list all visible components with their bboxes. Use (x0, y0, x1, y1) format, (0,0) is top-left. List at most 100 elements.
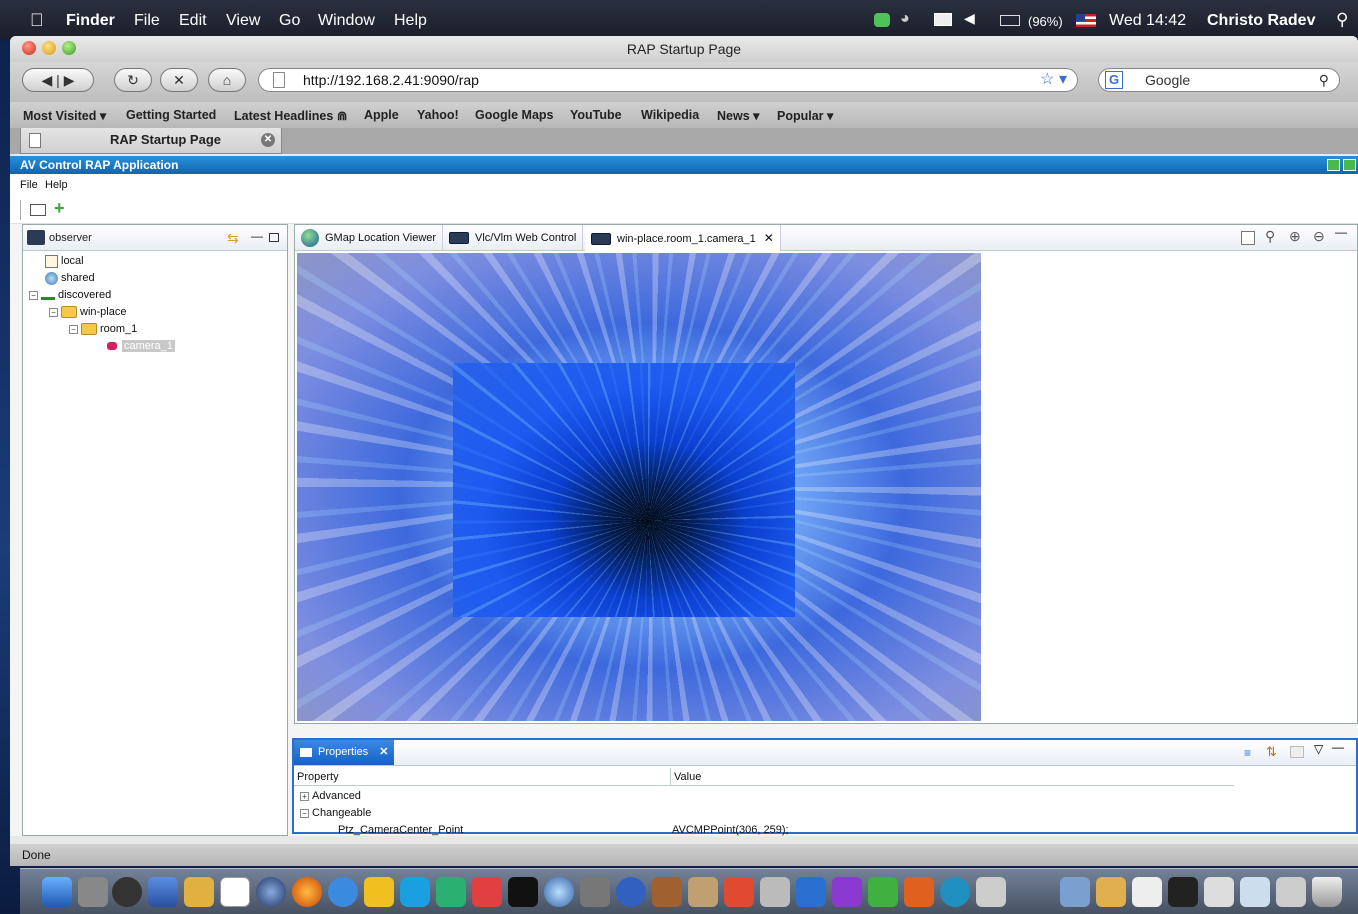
close-window-icon[interactable] (22, 41, 36, 55)
applications-folder-dock-icon[interactable] (1060, 877, 1090, 907)
messenger-dock-icon[interactable] (832, 877, 862, 907)
menubar-user[interactable]: Christo Radev (1207, 12, 1315, 30)
column-property[interactable]: Property (297, 771, 339, 783)
stop-button[interactable]: ✕ (160, 68, 198, 92)
categories-icon[interactable]: ≡ (1244, 746, 1251, 760)
restore-default-icon[interactable] (1290, 746, 1304, 758)
preview-dock-icon[interactable] (148, 877, 178, 907)
wifi-icon[interactable]: ◕ (900, 10, 910, 28)
minimize-app-icon[interactable] (1327, 159, 1340, 171)
camera-video-view[interactable] (297, 253, 981, 721)
bookmark-getting-started[interactable]: Getting Started (126, 108, 216, 122)
status-app-icon[interactable] (874, 13, 890, 27)
property-row-ptz[interactable]: Ptz_CameraCenter_Point (338, 824, 463, 836)
view-menu-icon[interactable]: ▽ (1314, 742, 1323, 756)
excel-dock-icon[interactable] (868, 877, 898, 907)
collapse-icon[interactable]: − (49, 307, 58, 317)
filter-icon[interactable]: ⇅ (1266, 744, 1277, 760)
finder-dock-icon[interactable] (42, 877, 72, 907)
time-machine-dock-icon[interactable] (112, 877, 142, 907)
adium-dock-icon[interactable] (364, 877, 394, 907)
bookmark-latest-headlines[interactable]: Latest Headlines ⋒ (234, 108, 347, 123)
terminal-window-dock-icon[interactable] (1168, 877, 1198, 907)
volume-icon[interactable]: ◀ (964, 10, 975, 27)
minimize-properties-icon[interactable]: — (1332, 740, 1344, 754)
zoom-icon[interactable]: ⚲ (1265, 228, 1275, 245)
ichat-dock-icon[interactable] (328, 877, 358, 907)
close-properties-icon[interactable]: ✕ (379, 746, 388, 758)
script-editor-dock-icon[interactable] (688, 877, 718, 907)
bookmark-wikipedia[interactable]: Wikipedia (641, 108, 699, 122)
property-row-advanced[interactable]: + Advanced (300, 790, 361, 802)
bookmark-google-maps[interactable]: Google Maps (475, 108, 553, 122)
back-icon[interactable]: ◀ (42, 72, 53, 88)
bookmark-yahoo[interactable]: Yahoo! (417, 108, 459, 122)
dashboard-dock-icon[interactable] (78, 877, 108, 907)
column-value[interactable]: Value (674, 771, 701, 783)
menu-edit[interactable]: Edit (179, 12, 207, 30)
restore-app-icon[interactable] (1343, 159, 1356, 171)
terminal-dock-icon[interactable] (508, 877, 538, 907)
flag-us-icon[interactable] (1076, 14, 1096, 27)
tab-camera-view[interactable]: win-place.room_1.camera_1 ✕ (585, 225, 781, 251)
forward-icon[interactable]: ▶ (64, 72, 75, 88)
property-row-changeable[interactable]: − Changeable (300, 807, 371, 819)
word-dock-icon[interactable] (796, 877, 826, 907)
home-button[interactable]: ⌂ (208, 68, 246, 92)
zoom-out-icon[interactable]: ⊖ (1313, 228, 1325, 245)
tab-close-icon[interactable]: ✕ (261, 133, 275, 147)
garageband-dock-icon[interactable] (652, 877, 682, 907)
document-dock-icon[interactable] (1204, 877, 1234, 907)
bookmark-news[interactable]: News ▾ (717, 108, 759, 123)
calendar-icon[interactable] (1241, 231, 1255, 245)
bookmark-apple[interactable]: Apple (364, 108, 399, 122)
menu-file[interactable]: File (134, 12, 160, 30)
bookmark-popular[interactable]: Popular ▾ (777, 108, 833, 123)
reload-button[interactable]: ↻ (114, 68, 152, 92)
rap-menu-file[interactable]: File (20, 179, 38, 191)
bookmark-star-icon[interactable]: ☆ ▾ (1040, 69, 1067, 91)
tree-item-local[interactable]: local (45, 253, 84, 269)
downloads-dock-icon[interactable] (1276, 877, 1306, 907)
sync-icon[interactable]: ⇆ (227, 225, 239, 251)
rap-menu-help[interactable]: Help (45, 179, 68, 191)
tree-item-discovered[interactable]: − discovered (29, 287, 111, 303)
tree-item-shared[interactable]: shared (45, 270, 95, 286)
browser-tab[interactable]: RAP Startup Page ✕ (20, 128, 282, 154)
properties-tab[interactable]: Properties ✕ (294, 740, 394, 765)
back-forward-button[interactable]: ◀ | ▶ (22, 68, 94, 92)
quicktime-dock-icon[interactable] (616, 877, 646, 907)
menu-finder[interactable]: Finder (66, 12, 115, 30)
app-store-dock-icon[interactable] (976, 877, 1006, 907)
skype-dock-icon[interactable] (400, 877, 430, 907)
display-icon[interactable] (934, 13, 952, 26)
iphoto-dock-icon[interactable] (580, 877, 610, 907)
minimize-editor-icon[interactable]: — (1335, 225, 1347, 239)
zoom-window-icon[interactable] (62, 41, 76, 55)
column-divider[interactable] (670, 768, 671, 786)
menu-go[interactable]: Go (279, 12, 300, 30)
apple-menu-icon[interactable]:  (30, 10, 44, 31)
trash-dock-icon[interactable] (1312, 877, 1342, 907)
tree-item-win-place[interactable]: − win-place (49, 304, 126, 320)
collapse-icon[interactable]: − (300, 808, 309, 818)
file-dock-icon[interactable] (1132, 877, 1162, 907)
close-tab-icon[interactable]: ✕ (764, 231, 774, 245)
firefox-dock-icon[interactable] (292, 877, 322, 907)
network-dock-icon[interactable] (724, 877, 754, 907)
tree-item-camera[interactable]: camera_1 (107, 338, 175, 354)
pen-tool-dock-icon[interactable] (760, 877, 790, 907)
collapse-icon[interactable]: − (69, 324, 78, 334)
calendar-dock-icon[interactable] (220, 877, 250, 907)
document2-dock-icon[interactable] (1240, 877, 1270, 907)
bookmark-most-visited[interactable]: Most Visited ▾ (23, 108, 106, 123)
menu-window[interactable]: Window (318, 12, 375, 30)
contacts-dock-icon[interactable] (436, 877, 466, 907)
documents-folder-dock-icon[interactable] (1096, 877, 1126, 907)
add-icon[interactable]: + (54, 198, 65, 219)
property-value-ptz[interactable]: AVCMPPoint(306, 259); (672, 824, 789, 836)
expand-icon[interactable]: + (300, 791, 309, 801)
app-dock-icon[interactable] (472, 877, 502, 907)
maximize-view-icon[interactable] (269, 233, 279, 242)
bookmark-youtube[interactable]: YouTube (570, 108, 622, 122)
